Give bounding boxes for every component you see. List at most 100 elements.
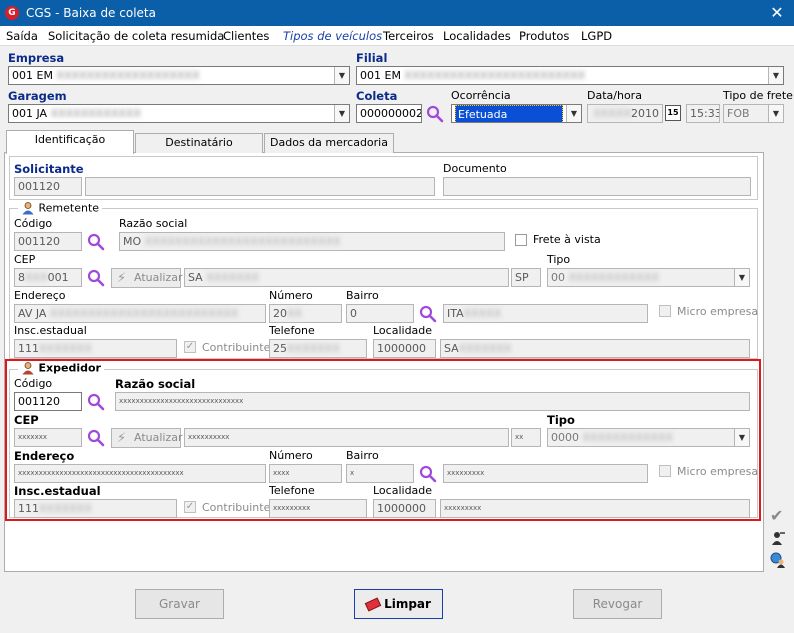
limpar-button[interactable]: Limpar [354, 589, 443, 619]
revogar-button[interactable]: Revogar [573, 589, 662, 619]
rem-micro-checkbox[interactable] [659, 305, 671, 317]
exp-telefone-input[interactable]: xxxxxxxxx [269, 499, 367, 518]
exp-atualizar-button[interactable]: ⚡ Atualizar [111, 428, 183, 448]
exp-micro-label: Micro empresa [677, 465, 759, 478]
exp-razao-label: Razão social [115, 377, 196, 391]
rem-cidade-input[interactable]: SA XXXXXXX [184, 268, 509, 287]
empresa-select[interactable]: 001 EM XXXXXXXXXXXXXXXXXXX ▼ [8, 66, 350, 85]
calendar-icon[interactable]: 15 [665, 105, 681, 121]
coleta-input[interactable]: 000000002 [356, 104, 422, 123]
exp-localidade-label: Localidade [373, 484, 433, 497]
rem-bairro-input[interactable]: 0 [346, 304, 414, 323]
search-icon[interactable] [419, 305, 437, 323]
menu-solicitacao[interactable]: Solicitação de coleta resumida [48, 29, 224, 43]
datahora-label: Data/hora [587, 89, 642, 102]
exp-atualizar-label: Atualizar [134, 431, 183, 444]
exp-endereco-input[interactable]: xxxxxxxxxxxxxxxxxxxxxxxxxxxxxxxxxxxxxxxx [14, 464, 266, 483]
exp-localidade-input[interactable]: 1000000 [373, 499, 436, 518]
exp-cep-input[interactable]: xxxxxxx [14, 428, 82, 447]
search-icon[interactable] [426, 105, 444, 123]
exp-cidade-input[interactable]: xxxxxxxxxx [184, 428, 509, 447]
rem-contribuinte-checkbox[interactable]: ✓ [184, 341, 196, 353]
rem-cep-label: CEP [14, 253, 36, 266]
exp-bairro-nome[interactable]: xxxxxxxxx [443, 464, 648, 483]
app-logo-icon: G [5, 6, 19, 20]
rem-codigo-input[interactable]: 001120 [14, 232, 82, 251]
exp-uf-input[interactable]: xx [511, 428, 541, 447]
expedidor-legend: Expedidor [18, 361, 104, 377]
search-icon[interactable] [87, 393, 105, 411]
expedidor-label: Expedidor [38, 361, 101, 375]
rem-atualizar-button[interactable]: ⚡ Atualizar [111, 268, 183, 288]
close-icon[interactable]: ✕ [766, 3, 788, 23]
eraser-icon [364, 597, 382, 612]
check-icon[interactable]: ✔ [770, 506, 783, 525]
ocorrencia-select[interactable]: Efetuada ▼ [451, 104, 582, 123]
rem-localidade-input[interactable]: 1000000 [373, 339, 436, 358]
garagem-select[interactable]: 001 JA XXXXXXXXXXXX ▼ [8, 104, 350, 123]
exp-bairro-input[interactable]: x [346, 464, 414, 483]
exp-razao-input[interactable]: xxxxxxxxxxxxxxxxxxxxxxxxxxxxxx [115, 392, 750, 411]
exp-codigo-input[interactable]: 001120 [14, 392, 82, 411]
data-input[interactable]: XXXXX2010 [587, 104, 663, 123]
limpar-label: Limpar [384, 597, 431, 611]
rem-bairro-nome[interactable]: ITAXXXXX [443, 304, 648, 323]
rem-contribuinte-label: Contribuinte [202, 341, 271, 354]
menu-terceiros[interactable]: Terceiros [383, 29, 434, 43]
chevron-down-icon: ▼ [768, 105, 783, 122]
solicitante-nome[interactable] [85, 177, 435, 196]
menu-tipos-veiculos[interactable]: Tipos de veículos [283, 29, 382, 43]
exp-insc-label: Insc.estadual [14, 484, 101, 498]
exp-localidade-nome[interactable]: xxxxxxxxx [440, 499, 750, 518]
rem-razao-input[interactable]: MO XXXXXXXXXXXXXXXXXXXXXXXXXX [119, 232, 505, 251]
window-title: CGS - Baixa de coleta [26, 6, 156, 20]
search-icon[interactable] [87, 269, 105, 287]
tipofrete-label: Tipo de frete [723, 89, 793, 102]
solicitante-label: Solicitante [14, 162, 84, 176]
tipofrete-select[interactable]: FOB ▼ [723, 104, 784, 123]
exp-endereco-label: Endereço [14, 449, 75, 463]
documento-label: Documento [443, 162, 507, 175]
exp-contribuinte-checkbox[interactable]: ✓ [184, 501, 196, 513]
exp-tipo-select[interactable]: 0000 XXXXXXXXXXXX ▼ [547, 428, 750, 447]
filial-select[interactable]: 001 EM XXXXXXXXXXXXXXXXXXXXXXXX ▼ [356, 66, 784, 85]
chevron-down-icon: ▼ [734, 269, 749, 286]
menu-clientes[interactable]: Clientes [223, 29, 269, 43]
frete-vista-label: Frete à vista [533, 233, 601, 246]
hora-input[interactable]: 15:33 [686, 104, 720, 123]
tab-destinatario[interactable]: Destinatário [135, 133, 263, 153]
rem-endereco-input[interactable]: AV JA XXXXXXXXXXXXXXXXXXXXXXXXX [14, 304, 266, 323]
rem-tipo-select[interactable]: 00 XXXXXXXXXXXX ▼ [547, 268, 750, 287]
rem-numero-label: Número [269, 289, 313, 302]
remetente-legend: Remetente [18, 201, 103, 217]
rem-numero-input[interactable]: 20XX [269, 304, 342, 323]
globe-user-icon[interactable] [770, 552, 786, 568]
menu-lgpd[interactable]: LGPD [581, 29, 612, 43]
chevron-down-icon: ▼ [768, 67, 783, 84]
tab-dados-mercadoria[interactable]: Dados da mercadoria [264, 133, 394, 153]
rem-telefone-input[interactable]: 25XXXXXXX [269, 339, 367, 358]
garagem-label: Garagem [8, 89, 67, 103]
exp-insc-input[interactable]: 111XXXXXXX [14, 499, 177, 518]
documento-input[interactable] [443, 177, 751, 196]
rem-cep-input[interactable]: 8XXX001 [14, 268, 82, 287]
exp-micro-checkbox[interactable] [659, 465, 671, 477]
empresa-label: Empresa [8, 51, 65, 65]
rem-micro-label: Micro empresa [677, 305, 759, 318]
gravar-button[interactable]: Gravar [135, 589, 224, 619]
chevron-down-icon: ▼ [334, 105, 349, 122]
rem-uf-input[interactable]: SP [511, 268, 541, 287]
tab-identificacao[interactable]: Identificação [6, 130, 134, 154]
menu-saida[interactable]: Saída [6, 29, 38, 43]
menu-produtos[interactable]: Produtos [519, 29, 569, 43]
user-edit-icon[interactable] [770, 530, 786, 546]
rem-localidade-nome[interactable]: SAXXXXXXX [440, 339, 750, 358]
search-icon[interactable] [419, 465, 437, 483]
solicitante-codigo[interactable]: 001120 [14, 177, 82, 196]
search-icon[interactable] [87, 233, 105, 251]
exp-numero-input[interactable]: xxxx [269, 464, 342, 483]
menu-localidades[interactable]: Localidades [443, 29, 511, 43]
search-icon[interactable] [87, 429, 105, 447]
rem-insc-input[interactable]: 111XXXXXXX [14, 339, 177, 358]
frete-vista-checkbox[interactable] [515, 234, 527, 246]
